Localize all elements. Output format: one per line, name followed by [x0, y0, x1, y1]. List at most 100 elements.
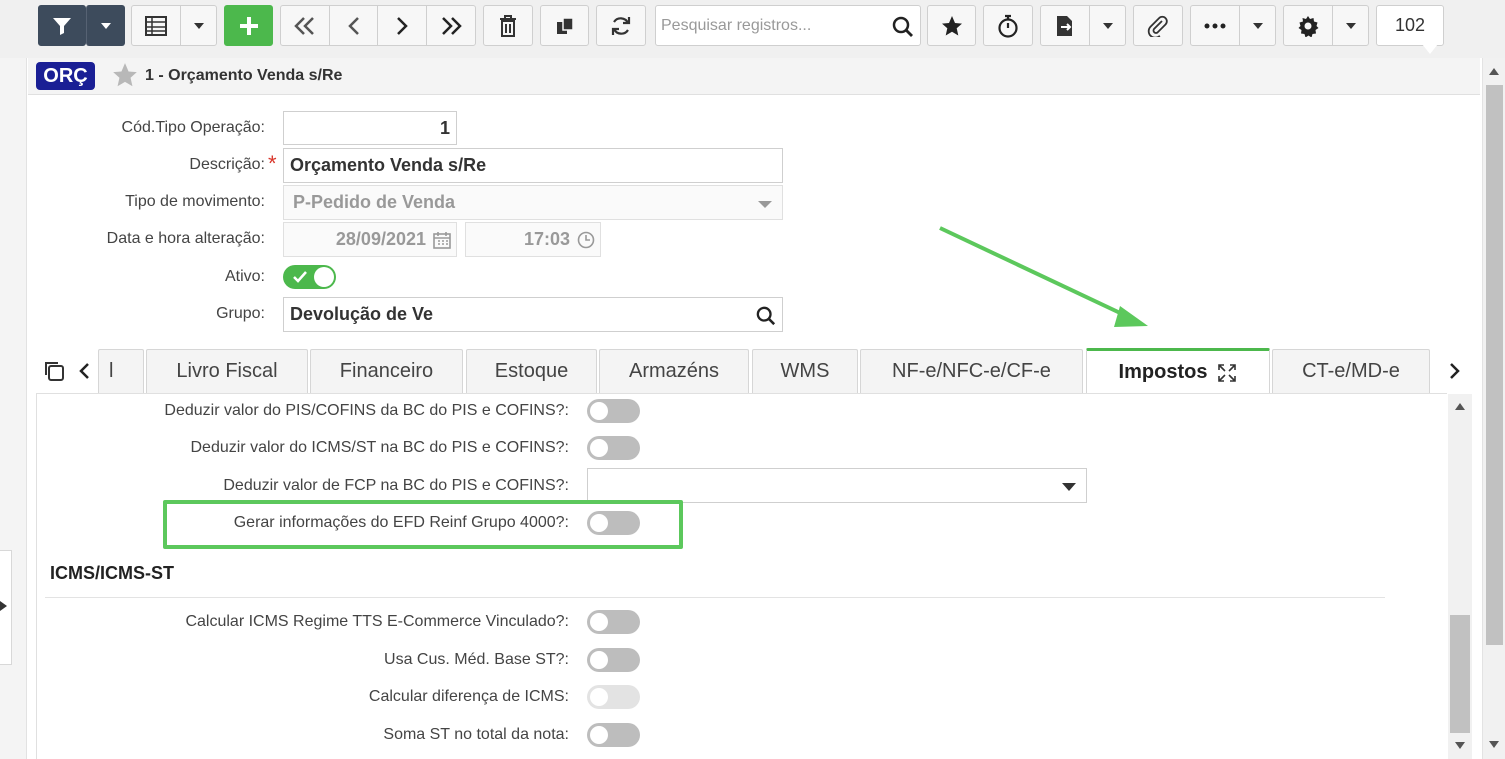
tab-partial[interactable]: l	[98, 349, 144, 393]
filter-dropdown-button[interactable]	[86, 5, 125, 46]
calendar-icon	[433, 232, 451, 249]
time-field: 17:03	[465, 222, 601, 257]
tab-impostos-label: Impostos	[1118, 361, 1208, 383]
tab-bar: l Livro Fiscal Financeiro Estoque Armazé…	[36, 348, 1480, 394]
export-button[interactable]	[1040, 5, 1090, 46]
check-icon	[293, 271, 307, 283]
date-value: 28/09/2021	[335, 229, 426, 249]
tab-impostos[interactable]: Impostos	[1086, 348, 1270, 394]
scroll-down-icon[interactable]	[1455, 742, 1465, 749]
scroll-thumb[interactable]	[1486, 85, 1503, 645]
timer-button[interactable]	[983, 5, 1033, 46]
tab-financeiro[interactable]: Financeiro	[310, 349, 463, 393]
filter-button[interactable]	[38, 5, 86, 46]
refresh-icon	[611, 16, 631, 35]
tab-estoque[interactable]: Estoque	[466, 349, 597, 393]
toggle-knob	[590, 402, 608, 420]
descricao-field[interactable]: Orçamento Venda s/Re	[283, 148, 783, 183]
deduzir-fcp-label: Deduzir valor de FCP na BC do PIS e COFI…	[223, 477, 569, 494]
search-box	[655, 5, 921, 46]
annotation-arrow-icon	[939, 226, 1148, 327]
add-button[interactable]	[224, 5, 273, 46]
scroll-up-icon[interactable]	[1489, 68, 1499, 75]
tab-livro-fiscal[interactable]: Livro Fiscal	[146, 349, 308, 393]
dropdown-icon	[1345, 22, 1356, 29]
next-record-button[interactable]	[377, 5, 427, 46]
tipo-movimento-value: P-Pedido de Venda	[293, 192, 456, 212]
cod-tipo-field[interactable]: 1	[283, 111, 457, 145]
add-icon	[239, 16, 258, 35]
toggle-knob	[590, 688, 608, 706]
usa-cus-med-label: Usa Cus. Méd. Base ST?:	[384, 651, 569, 668]
toggle-knob	[314, 267, 334, 287]
scroll-down-icon[interactable]	[1489, 741, 1499, 748]
expand-arrow-icon[interactable]	[0, 601, 7, 611]
chevron-left-icon[interactable]	[78, 362, 90, 380]
dropdown-icon	[100, 22, 111, 29]
copy-tabs-icon[interactable]	[43, 360, 65, 382]
soma-st-label: Soma ST no total da nota:	[383, 726, 569, 743]
export-dropdown-button[interactable]	[1089, 5, 1126, 46]
grupo-field[interactable]: Devolução de Ve	[283, 297, 783, 332]
tab-nfe[interactable]: NF-e/NFC-e/CF-e	[860, 349, 1083, 393]
toggle-knob	[590, 439, 608, 457]
ativo-toggle[interactable]	[283, 265, 336, 289]
search-input[interactable]	[656, 6, 886, 45]
first-record-button[interactable]	[280, 5, 330, 46]
grid-dropdown-button[interactable]	[180, 5, 217, 46]
settings-button[interactable]	[1283, 5, 1333, 46]
scroll-thumb[interactable]	[1450, 615, 1470, 733]
deduzir-icms-label: Deduzir valor do ICMS/ST na BC do PIS e …	[190, 439, 569, 456]
first-icon	[294, 16, 314, 35]
usa-cus-med-toggle[interactable]	[587, 648, 640, 672]
toggle-knob	[590, 613, 608, 631]
panel-scrollbar[interactable]	[1448, 394, 1472, 759]
tab-cte[interactable]: CT-e/MD-e	[1272, 349, 1430, 393]
section-title-icms: ICMS/ICMS-ST	[50, 563, 174, 583]
tab-armazens[interactable]: Armazéns	[599, 349, 749, 393]
last-record-button[interactable]	[426, 5, 476, 46]
search-icon[interactable]	[892, 16, 914, 38]
deduzir-fcp-select[interactable]	[587, 468, 1087, 503]
filter-icon	[53, 17, 71, 35]
favorite-star-icon[interactable]	[112, 62, 138, 88]
favorite-button[interactable]	[927, 5, 976, 46]
stopwatch-icon	[998, 14, 1018, 38]
chevron-down-icon	[758, 201, 772, 208]
prev-record-button[interactable]	[329, 5, 378, 46]
deduzir-icms-toggle[interactable]	[587, 436, 640, 460]
ativo-label: Ativo:	[224, 268, 265, 285]
grupo-value: Devolução de Ve	[290, 304, 434, 324]
chevron-right-icon[interactable]	[1449, 362, 1461, 380]
refresh-button[interactable]	[596, 5, 646, 46]
copy-icon	[556, 16, 574, 34]
settings-dropdown-button[interactable]	[1332, 5, 1369, 46]
dropdown-icon	[193, 22, 204, 29]
attach-icon	[1147, 15, 1168, 37]
dropdown-icon	[1252, 22, 1263, 29]
next-icon	[397, 16, 408, 35]
trash-icon	[500, 14, 516, 37]
grid-view-button[interactable]	[131, 5, 181, 46]
tab-wms[interactable]: WMS	[752, 349, 858, 393]
deduzir-pis-toggle[interactable]	[587, 399, 640, 423]
soma-st-toggle[interactable]	[587, 723, 640, 747]
more-dropdown-button[interactable]	[1239, 5, 1276, 46]
record-counter: 102	[1376, 5, 1444, 46]
more-button[interactable]	[1190, 5, 1240, 46]
counter-tail	[1422, 44, 1438, 54]
expand-icon[interactable]	[1217, 363, 1237, 383]
toggle-knob	[590, 651, 608, 669]
attach-button[interactable]	[1133, 5, 1183, 46]
more-icon	[1204, 23, 1226, 28]
page-scrollbar[interactable]	[1482, 58, 1505, 759]
calc-icms-tts-toggle[interactable]	[587, 610, 640, 634]
data-hora-label: Data e hora alteração:	[106, 230, 265, 247]
scroll-up-icon[interactable]	[1455, 403, 1465, 410]
calc-icms-tts-label: Calcular ICMS Regime TTS E-Commerce Vinc…	[185, 613, 569, 630]
annotation-highlight-box	[163, 500, 683, 549]
duplicate-button[interactable]	[540, 5, 589, 46]
delete-button[interactable]	[483, 5, 533, 46]
search-icon[interactable]	[756, 306, 776, 326]
required-mark: *	[268, 151, 277, 176]
